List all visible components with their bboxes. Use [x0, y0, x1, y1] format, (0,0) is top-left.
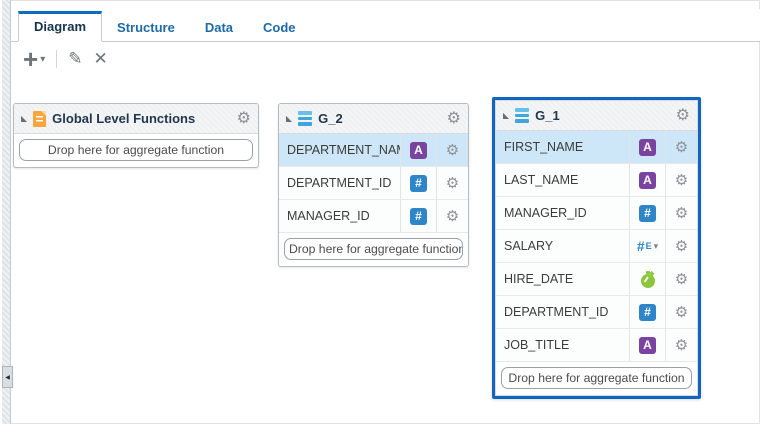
field-row-job_title[interactable]: JOB_TITLE A ⚙ [496, 329, 697, 362]
left-splitter[interactable]: ◀ [0, 0, 13, 424]
field-gear-button[interactable]: ⚙ [665, 296, 697, 328]
add-element-button[interactable]: + ▾ [23, 44, 46, 74]
panel-title: G_2 [318, 111, 343, 126]
field-row-last_name[interactable]: LAST_NAME A ⚙ [496, 164, 697, 197]
text-type-icon: A [629, 329, 665, 361]
tab-bar: Diagram Structure Data Code [11, 9, 760, 42]
field-name: LAST_NAME [504, 173, 579, 187]
field-name: DEPARTMENT_ID [287, 176, 392, 190]
field-row-first_name[interactable]: FIRST_NAME A ⚙ [496, 131, 697, 164]
number-type-icon: # [400, 167, 436, 199]
panel-title: Global Level Functions [52, 111, 196, 126]
panel-gear-button[interactable]: ⚙ [676, 107, 690, 124]
field-name: JOB_TITLE [504, 338, 570, 352]
text-type-icon: A [629, 131, 665, 163]
field-row-department_id[interactable]: DEPARTMENT_ID # ⚙ [496, 296, 697, 329]
field-row-manager_id[interactable]: MANAGER_ID # ⚙ [279, 200, 468, 233]
plus-icon: + [23, 44, 39, 74]
number-type-icon: # [629, 296, 665, 328]
field-name: DEPARTMENT_ID [504, 305, 609, 319]
text-type-icon: A [400, 134, 436, 166]
collapse-icon[interactable]: ◢ [286, 114, 292, 123]
field-row-salary[interactable]: SALARY # E ▾ ⚙ [496, 230, 697, 263]
panel-body: DEPARTMENT_NAMEA⚙DEPARTMENT_ID#⚙MANAGER_… [279, 134, 468, 260]
field-name: MANAGER_ID [504, 206, 587, 220]
toolbar-divider [56, 50, 58, 68]
field-gear-button[interactable]: ⚙ [436, 200, 468, 232]
field-name: SALARY [504, 239, 554, 253]
field-gear-button[interactable]: ⚙ [665, 230, 697, 262]
panel-gear-button[interactable]: ⚙ [447, 110, 461, 127]
g2-group-panel: ◢ G_2 ⚙ DEPARTMENT_NAMEA⚙DEPARTMENT_ID#⚙… [278, 103, 469, 267]
field-gear-button[interactable]: ⚙ [665, 329, 697, 361]
database-icon [515, 108, 530, 123]
field-row-department_id[interactable]: DEPARTMENT_ID # ⚙ [279, 167, 468, 200]
field-row-hire_date[interactable]: HIRE_DATE ⚙ [496, 263, 697, 296]
field-name: HIRE_DATE [504, 272, 574, 286]
data-model-diagram-page: ◀ Diagram Structure Data Code + ▾ ✎ ✕ ◢ … [0, 0, 760, 424]
panel-body: FIRST_NAME A ⚙ LAST_NAME A ⚙ MANAGER_ID # ⚙ SALAR… [496, 131, 697, 389]
panel-header[interactable]: ◢ Global Level Functions ⚙ [14, 104, 258, 134]
tab-structure[interactable]: Structure [102, 13, 190, 42]
aggregate-drop-zone[interactable]: Drop here for aggregate function [19, 139, 253, 161]
tab-code[interactable]: Code [248, 13, 311, 42]
document-icon [33, 110, 47, 127]
splitter-collapse-handle[interactable]: ◀ [2, 366, 13, 388]
date-type-icon [629, 263, 665, 295]
number-type-icon: # [629, 197, 665, 229]
field-gear-button[interactable]: ⚙ [665, 197, 697, 229]
aggregate-drop-zone[interactable]: Drop here for aggregate function [284, 238, 463, 260]
field-gear-button[interactable]: ⚙ [665, 131, 697, 163]
g1-selection-outline: ◢ G_1 ⚙ FIRST_NAME A ⚙ LAST_NAME A ⚙ MANAGER_I… [492, 97, 701, 399]
number-type-icon: # [400, 200, 436, 232]
field-gear-button[interactable]: ⚙ [436, 134, 468, 166]
field-list: DEPARTMENT_NAMEA⚙DEPARTMENT_ID#⚙MANAGER_… [279, 134, 468, 233]
panel-header[interactable]: ◢ G_2 ⚙ [279, 104, 468, 134]
field-row-manager_id[interactable]: MANAGER_ID # ⚙ [496, 197, 697, 230]
splitter-arrow-icon: ◀ [5, 374, 10, 381]
field-name: MANAGER_ID [287, 209, 370, 223]
number-aggregate-icon: # E ▾ [629, 230, 665, 262]
field-name: DEPARTMENT_NAME [287, 143, 400, 157]
g1-group-panel: ◢ G_1 ⚙ FIRST_NAME A ⚙ LAST_NAME A ⚙ MANAGER_I… [495, 100, 698, 396]
field-row-department_name[interactable]: DEPARTMENT_NAMEA⚙ [279, 134, 468, 167]
field-gear-button[interactable]: ⚙ [665, 263, 697, 295]
collapse-icon[interactable]: ◢ [503, 111, 509, 120]
tab-diagram[interactable]: Diagram [18, 11, 103, 42]
aggregate-drop-zone[interactable]: Drop here for aggregate function [501, 367, 692, 389]
panel-gear-button[interactable]: ⚙ [237, 110, 251, 127]
text-type-icon: A [629, 164, 665, 196]
collapse-icon[interactable]: ◢ [21, 114, 27, 123]
diagram-toolbar: + ▾ ✎ ✕ [23, 44, 108, 74]
field-name: FIRST_NAME [504, 140, 584, 154]
panel-body: Drop here for aggregate function [14, 139, 258, 161]
global-level-functions-panel: ◢ Global Level Functions ⚙ Drop here for… [13, 103, 259, 168]
panel-header[interactable]: ◢ G_1 ⚙ [496, 101, 697, 131]
chevron-down-icon: ▾ [40, 53, 46, 65]
tab-data[interactable]: Data [190, 13, 248, 42]
panel-title: G_1 [535, 108, 560, 123]
field-gear-button[interactable]: ⚙ [665, 164, 697, 196]
field-gear-button[interactable]: ⚙ [436, 167, 468, 199]
field-list: FIRST_NAME A ⚙ LAST_NAME A ⚙ MANAGER_ID # ⚙ SALAR… [496, 131, 697, 362]
edit-button[interactable]: ✎ [68, 49, 82, 69]
database-icon [298, 111, 313, 126]
delete-button[interactable]: ✕ [93, 49, 107, 69]
